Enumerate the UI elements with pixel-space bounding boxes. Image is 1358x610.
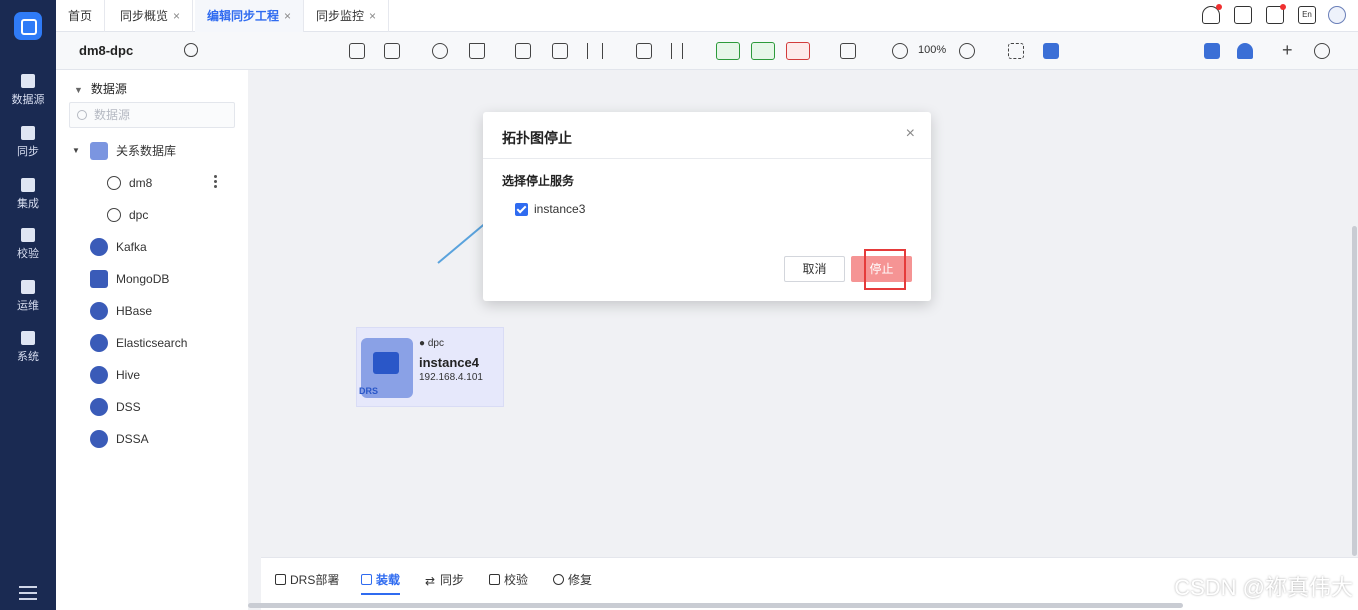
dialog-label: 选择停止服务 [502,174,575,188]
dialog-divider [483,158,931,159]
dialog-title: 拓扑图停止 [502,130,572,146]
highlight-box [864,249,906,290]
modal-overlay [0,0,1358,610]
close-icon[interactable]: × [906,125,915,143]
instance3-checkbox[interactable] [515,203,528,216]
checkbox-label[interactable]: instance3 [534,202,585,216]
stop-topology-dialog: 拓扑图停止 × 选择停止服务 instance3 取消 停止 [483,112,931,301]
cancel-button[interactable]: 取消 [784,256,845,282]
